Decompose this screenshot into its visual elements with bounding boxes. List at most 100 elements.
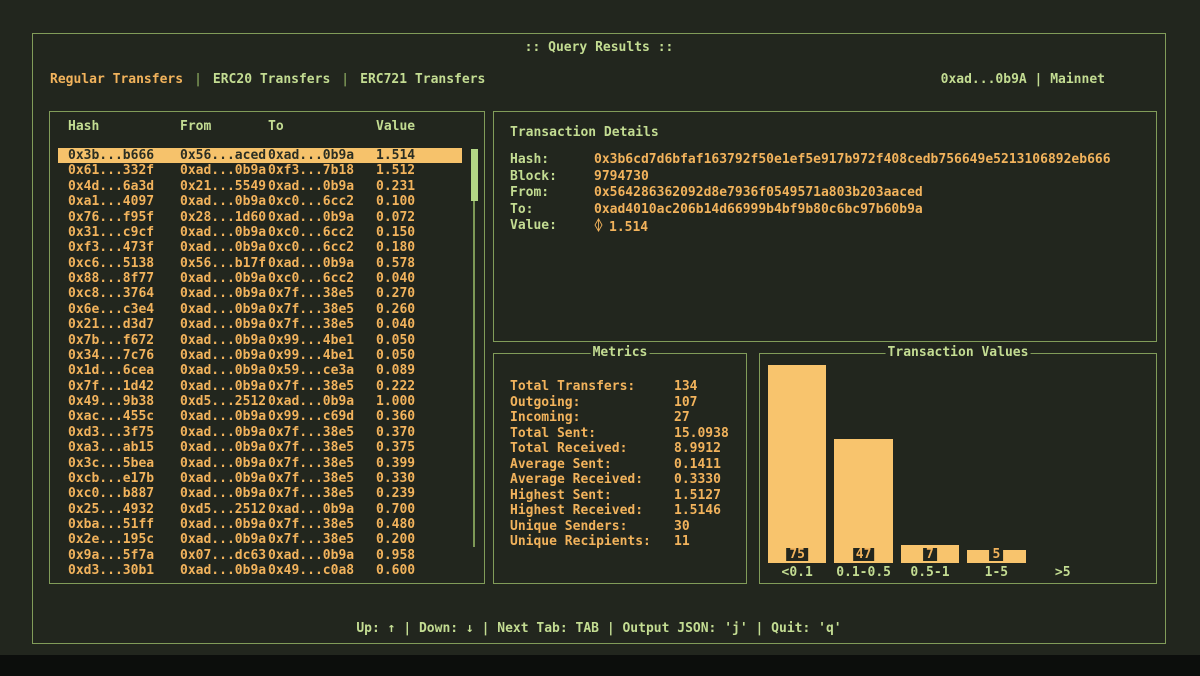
table-row[interactable]: 0x1d...6cea0xad...0b9a0x59...ce3a0.089 [58, 363, 462, 378]
cell-hash: 0x88...8f77 [68, 271, 180, 286]
histogram-slot: 5 [963, 364, 1029, 563]
details-field-row: To:0xad4010ac206b14d66999b4bf9b80c6bc97b… [510, 202, 1148, 219]
metric-row: Outgoing:107 [510, 395, 740, 411]
table-row[interactable]: 0xc6...51380x56...b17f0xad...0b9a0.578 [58, 256, 462, 271]
bottom-screen-strip [0, 655, 1200, 676]
cell-hash: 0x31...c9cf [68, 225, 180, 240]
cell-value: 0.700 [376, 502, 462, 517]
table-row[interactable]: 0xcb...e17b0xad...0b9a0x7f...38e50.330 [58, 471, 462, 486]
scrollbar-track[interactable] [473, 149, 475, 547]
table-row[interactable]: 0xa3...ab150xad...0b9a0x7f...38e50.375 [58, 440, 462, 455]
table-row[interactable]: 0xba...51ff0xad...0b9a0x7f...38e50.480 [58, 517, 462, 532]
metric-label: Unique Senders: [510, 519, 674, 535]
column-header-hash: Hash [68, 119, 180, 134]
x-tick-label: 0.5-1 [897, 565, 963, 580]
table-row[interactable]: 0x6e...c3e40xad...0b9a0x7f...38e50.260 [58, 302, 462, 317]
metric-value: 1.5127 [674, 488, 740, 504]
metric-label: Average Sent: [510, 457, 674, 473]
table-row[interactable]: 0xd3...3f750xad...0b9a0x7f...38e50.370 [58, 425, 462, 440]
tab-regular-transfers[interactable]: Regular Transfers [50, 72, 183, 87]
histogram-x-labels: <0.10.1-0.50.5-11-5>5 [764, 565, 1096, 580]
tab-erc20-transfers[interactable]: ERC20 Transfers [213, 72, 330, 87]
scrollbar[interactable] [471, 149, 478, 549]
cell-hash: 0x7f...1d42 [68, 379, 180, 394]
cell-value: 0.050 [376, 348, 462, 363]
table-row[interactable]: 0x49...9b380xd5...25120xad...0b9a1.000 [58, 394, 462, 409]
table-row[interactable]: 0x61...332f0xad...0b9a0xf3...7b181.512 [58, 163, 462, 178]
cell-value: 0.239 [376, 486, 462, 501]
table-row[interactable]: 0x21...d3d70xad...0b9a0x7f...38e50.040 [58, 317, 462, 332]
cell-from: 0x56...aced [180, 148, 268, 163]
metric-row: Total Transfers:134 [510, 379, 740, 395]
table-row[interactable]: 0x34...7c760xad...0b9a0x99...4be10.050 [58, 348, 462, 363]
details-field-row: From:0x564286362092d8e7936f0549571a803b2… [510, 185, 1148, 202]
table-row[interactable]: 0x25...49320xd5...25120xad...0b9a0.700 [58, 502, 462, 517]
table-row[interactable]: 0x9a...5f7a0x07...dc630xad...0b9a0.958 [58, 548, 462, 563]
bar-value-label: 5 [989, 548, 1003, 561]
metrics-panel-title: Metrics [591, 345, 650, 360]
table-row[interactable]: 0xac...455c0xad...0b9a0x99...c69d0.360 [58, 409, 462, 424]
scrollbar-thumb[interactable] [471, 149, 478, 201]
cell-value: 0.150 [376, 225, 462, 240]
cell-from: 0xad...0b9a [180, 517, 268, 532]
table-row[interactable]: 0xa1...40970xad...0b9a0xc0...6cc20.100 [58, 194, 462, 209]
metric-label: Highest Sent: [510, 488, 674, 504]
details-field-label: Block: [510, 169, 594, 186]
cell-from: 0xad...0b9a [180, 471, 268, 486]
table-row[interactable]: 0x2e...195c0xad...0b9a0x7f...38e50.200 [58, 532, 462, 547]
cell-value: 0.399 [376, 456, 462, 471]
cell-value: 0.089 [376, 363, 462, 378]
cell-hash: 0x7b...f672 [68, 333, 180, 348]
cell-value: 0.270 [376, 286, 462, 301]
cell-value: 0.040 [376, 317, 462, 332]
table-row[interactable]: 0xf3...473f0xad...0b9a0xc0...6cc20.180 [58, 240, 462, 255]
cell-hash: 0xcb...e17b [68, 471, 180, 486]
cell-from: 0x21...5549 [180, 179, 268, 194]
tab-erc721-transfers[interactable]: ERC721 Transfers [360, 72, 485, 87]
cell-hash: 0x3b...b666 [68, 148, 180, 163]
cell-hash: 0x25...4932 [68, 502, 180, 517]
cell-value: 0.958 [376, 548, 462, 563]
histogram-bar [768, 365, 826, 563]
chart-panel-title: Transaction Values [886, 345, 1031, 360]
table-row[interactable]: 0x31...c9cf0xad...0b9a0xc0...6cc20.150 [58, 225, 462, 240]
cell-from: 0xad...0b9a [180, 271, 268, 286]
histogram-slot: 7 [897, 364, 963, 563]
table-row[interactable]: 0x3c...5bea0xad...0b9a0x7f...38e50.399 [58, 456, 462, 471]
cell-value: 0.040 [376, 271, 462, 286]
account-network-label: 0xad...0b9A | Mainnet [941, 72, 1105, 87]
table-row[interactable]: 0x76...f95f0x28...1d600xad...0b9a0.072 [58, 210, 462, 225]
cell-to: 0xad...0b9a [268, 148, 376, 163]
cell-value: 0.480 [376, 517, 462, 532]
cell-from: 0xd5...2512 [180, 394, 268, 409]
table-row[interactable]: 0x7b...f6720xad...0b9a0x99...4be10.050 [58, 333, 462, 348]
table-row[interactable]: 0x3b...b6660x56...aced0xad...0b9a1.514 [58, 148, 462, 163]
cell-from: 0xd5...2512 [180, 502, 268, 517]
table-row[interactable]: 0x88...8f770xad...0b9a0xc0...6cc20.040 [58, 271, 462, 286]
keyboard-hints-bar: Up: ↑ | Down: ↓ | Next Tab: TAB | Output… [33, 621, 1165, 636]
cell-value: 1.512 [376, 163, 462, 178]
table-row[interactable]: 0xc8...37640xad...0b9a0x7f...38e50.270 [58, 286, 462, 301]
cell-value: 0.600 [376, 563, 462, 578]
metric-label: Unique Recipients: [510, 534, 674, 550]
details-field-text: 0x564286362092d8e7936f0549571a803b203aac… [594, 185, 923, 202]
tab-bar: Regular Transfers|ERC20 Transfers|ERC721… [50, 72, 1105, 87]
details-field-value: 0xad4010ac206b14d66999b4bf9b80c6bc97b60b… [594, 202, 1148, 219]
cell-to: 0x7f...38e5 [268, 286, 376, 301]
metric-row: Incoming:27 [510, 410, 740, 426]
cell-value: 1.514 [376, 148, 462, 163]
details-field-row: Block:9794730 [510, 169, 1148, 186]
transaction-values-chart-panel: Transaction Values 754775 <0.10.1-0.50.5… [759, 353, 1157, 584]
cell-from: 0xad...0b9a [180, 333, 268, 348]
cell-from: 0xad...0b9a [180, 225, 268, 240]
cell-hash: 0x6e...c3e4 [68, 302, 180, 317]
table-row[interactable]: 0x4d...6a3d0x21...55490xad...0b9a0.231 [58, 179, 462, 194]
table-body: 0x3b...b6660x56...aced0xad...0b9a1.5140x… [58, 148, 462, 579]
cell-to: 0xc0...6cc2 [268, 240, 376, 255]
table-row[interactable]: 0xd3...30b10xad...0b9a0x49...c0a80.600 [58, 563, 462, 578]
table-row[interactable]: 0xc0...b8870xad...0b9a0x7f...38e50.239 [58, 486, 462, 501]
table-row[interactable]: 0x7f...1d420xad...0b9a0x7f...38e50.222 [58, 379, 462, 394]
cell-to: 0xf3...7b18 [268, 163, 376, 178]
metric-label: Total Transfers: [510, 379, 674, 395]
tab-bar-tabs: Regular Transfers|ERC20 Transfers|ERC721… [50, 72, 485, 87]
